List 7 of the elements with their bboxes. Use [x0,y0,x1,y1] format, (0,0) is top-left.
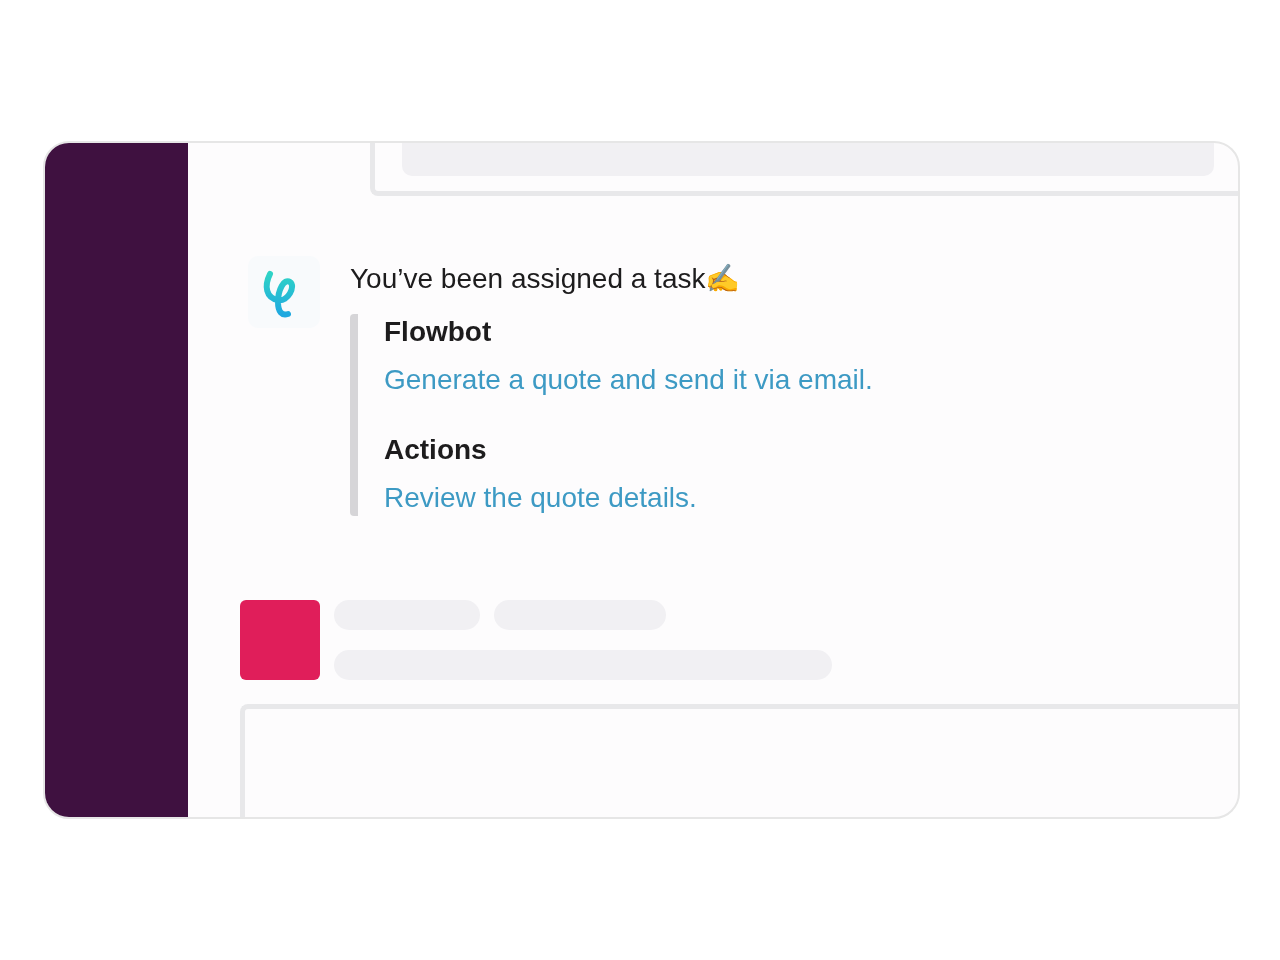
bot-avatar-icon [248,256,320,328]
section-heading: Actions [384,433,488,467]
message-composer[interactable] [240,704,1238,817]
section-link[interactable]: Generate a quote and send it via email. [384,362,873,398]
section-link[interactable]: Review the quote details. [384,480,873,516]
message-text: You’ve been assigned a task✍ [350,262,742,296]
section-heading: Flowbot [384,315,493,349]
